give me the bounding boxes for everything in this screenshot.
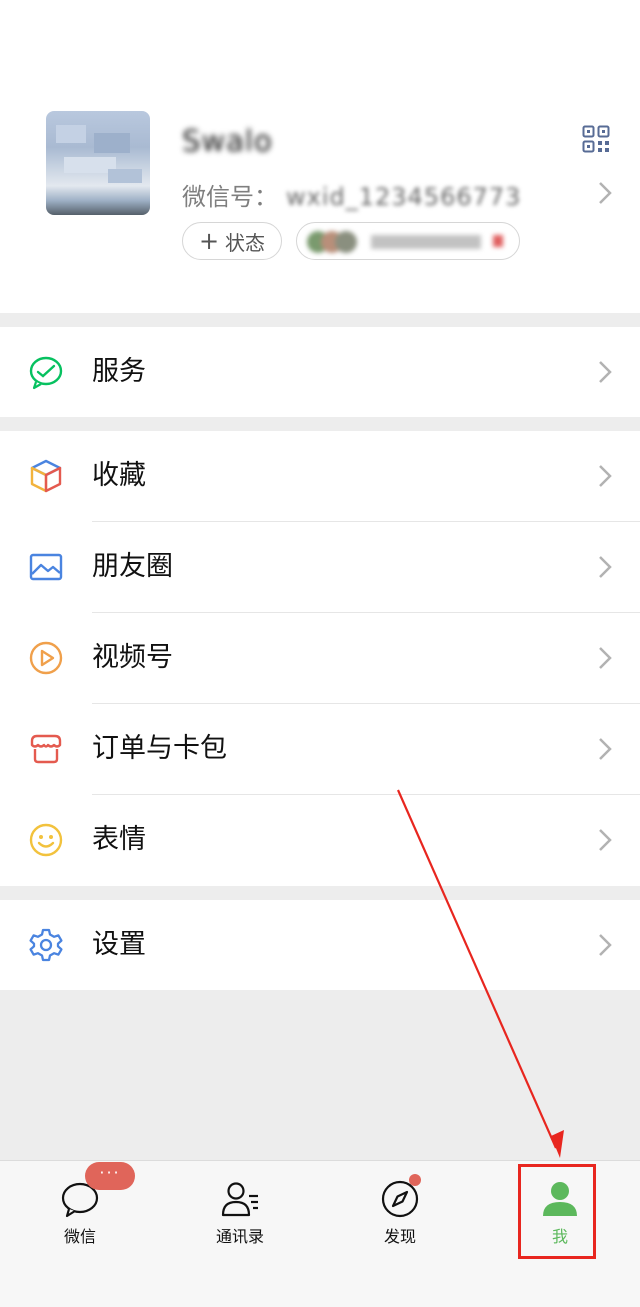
menu-item-label: 收藏 [92, 460, 146, 491]
favorites-cube-icon [30, 459, 62, 493]
tab-discover[interactable]: 发现 [320, 1161, 480, 1261]
tab-contacts[interactable]: 通讯录 [160, 1161, 320, 1261]
services-icon [29, 356, 63, 390]
status-button-label: 状态 [225, 230, 266, 255]
tab-chats[interactable]: 微信 [0, 1161, 160, 1261]
menu-item-orders-cards[interactable]: 订单与卡包 [0, 704, 640, 794]
plus-icon: + [198, 227, 220, 255]
friends-status-preview [307, 229, 517, 255]
tab-label: 微信 [63, 1227, 96, 1246]
channels-play-icon [29, 641, 63, 675]
status-button[interactable]: + 状态 [182, 222, 282, 260]
settings-gear-icon [29, 928, 63, 962]
orders-shop-icon [30, 734, 62, 764]
settings-section: 设置 [0, 900, 640, 990]
chats-unread-badge: ··· [85, 1162, 135, 1190]
chevron-right-icon [599, 465, 612, 487]
chevron-right-icon [599, 556, 612, 578]
arrow-head [551, 1130, 564, 1158]
menu-item-label: 视频号 [92, 642, 173, 673]
menu-item-moments[interactable]: 朋友圈 [0, 522, 640, 612]
menu-item-stickers[interactable]: 表情 [0, 795, 640, 885]
tab-label: 发现 [383, 1227, 416, 1246]
avatar[interactable] [46, 111, 150, 215]
annotation-highlight-box [518, 1164, 596, 1259]
services-section: 服务 [0, 327, 640, 417]
chevron-right-icon [599, 738, 612, 760]
chevron-right-icon [599, 647, 612, 669]
wechat-id-value: wxid_1234566773 [286, 183, 522, 211]
menu-item-label: 表情 [92, 824, 146, 855]
menu-item-favorites[interactable]: 收藏 [0, 431, 640, 521]
profile-chevron-right-icon[interactable] [598, 181, 612, 205]
qr-code-icon[interactable] [582, 125, 610, 153]
menu-item-label: 服务 [92, 356, 146, 387]
menu-item-settings[interactable]: 设置 [0, 900, 640, 990]
friends-status-pill[interactable] [296, 222, 520, 260]
wechat-id-label: 微信号： [182, 183, 278, 211]
discover-red-dot [409, 1174, 421, 1186]
menu-item-channels[interactable]: 视频号 [0, 613, 640, 703]
moments-image-icon [29, 553, 63, 581]
menu-item-label: 设置 [92, 929, 146, 960]
contacts-person-icon [221, 1182, 258, 1217]
main-menu-section: 收藏 朋友圈 视频号 订单与卡包 表情 [0, 431, 640, 886]
chevron-right-icon [599, 361, 612, 383]
profile-header: Swalo 微信号： wxid_1234566773 + 状态 [0, 0, 640, 313]
menu-item-label: 朋友圈 [92, 551, 173, 582]
wechat-id: 微信号： wxid_1234566773 [182, 177, 520, 211]
nickname: Swalo [182, 124, 273, 158]
chevron-right-icon [599, 829, 612, 851]
chevron-right-icon [599, 934, 612, 956]
menu-item-services[interactable]: 服务 [0, 327, 640, 417]
menu-item-label: 订单与卡包 [92, 733, 227, 764]
stickers-smiley-icon [29, 823, 63, 857]
tab-label: 通讯录 [215, 1227, 264, 1246]
